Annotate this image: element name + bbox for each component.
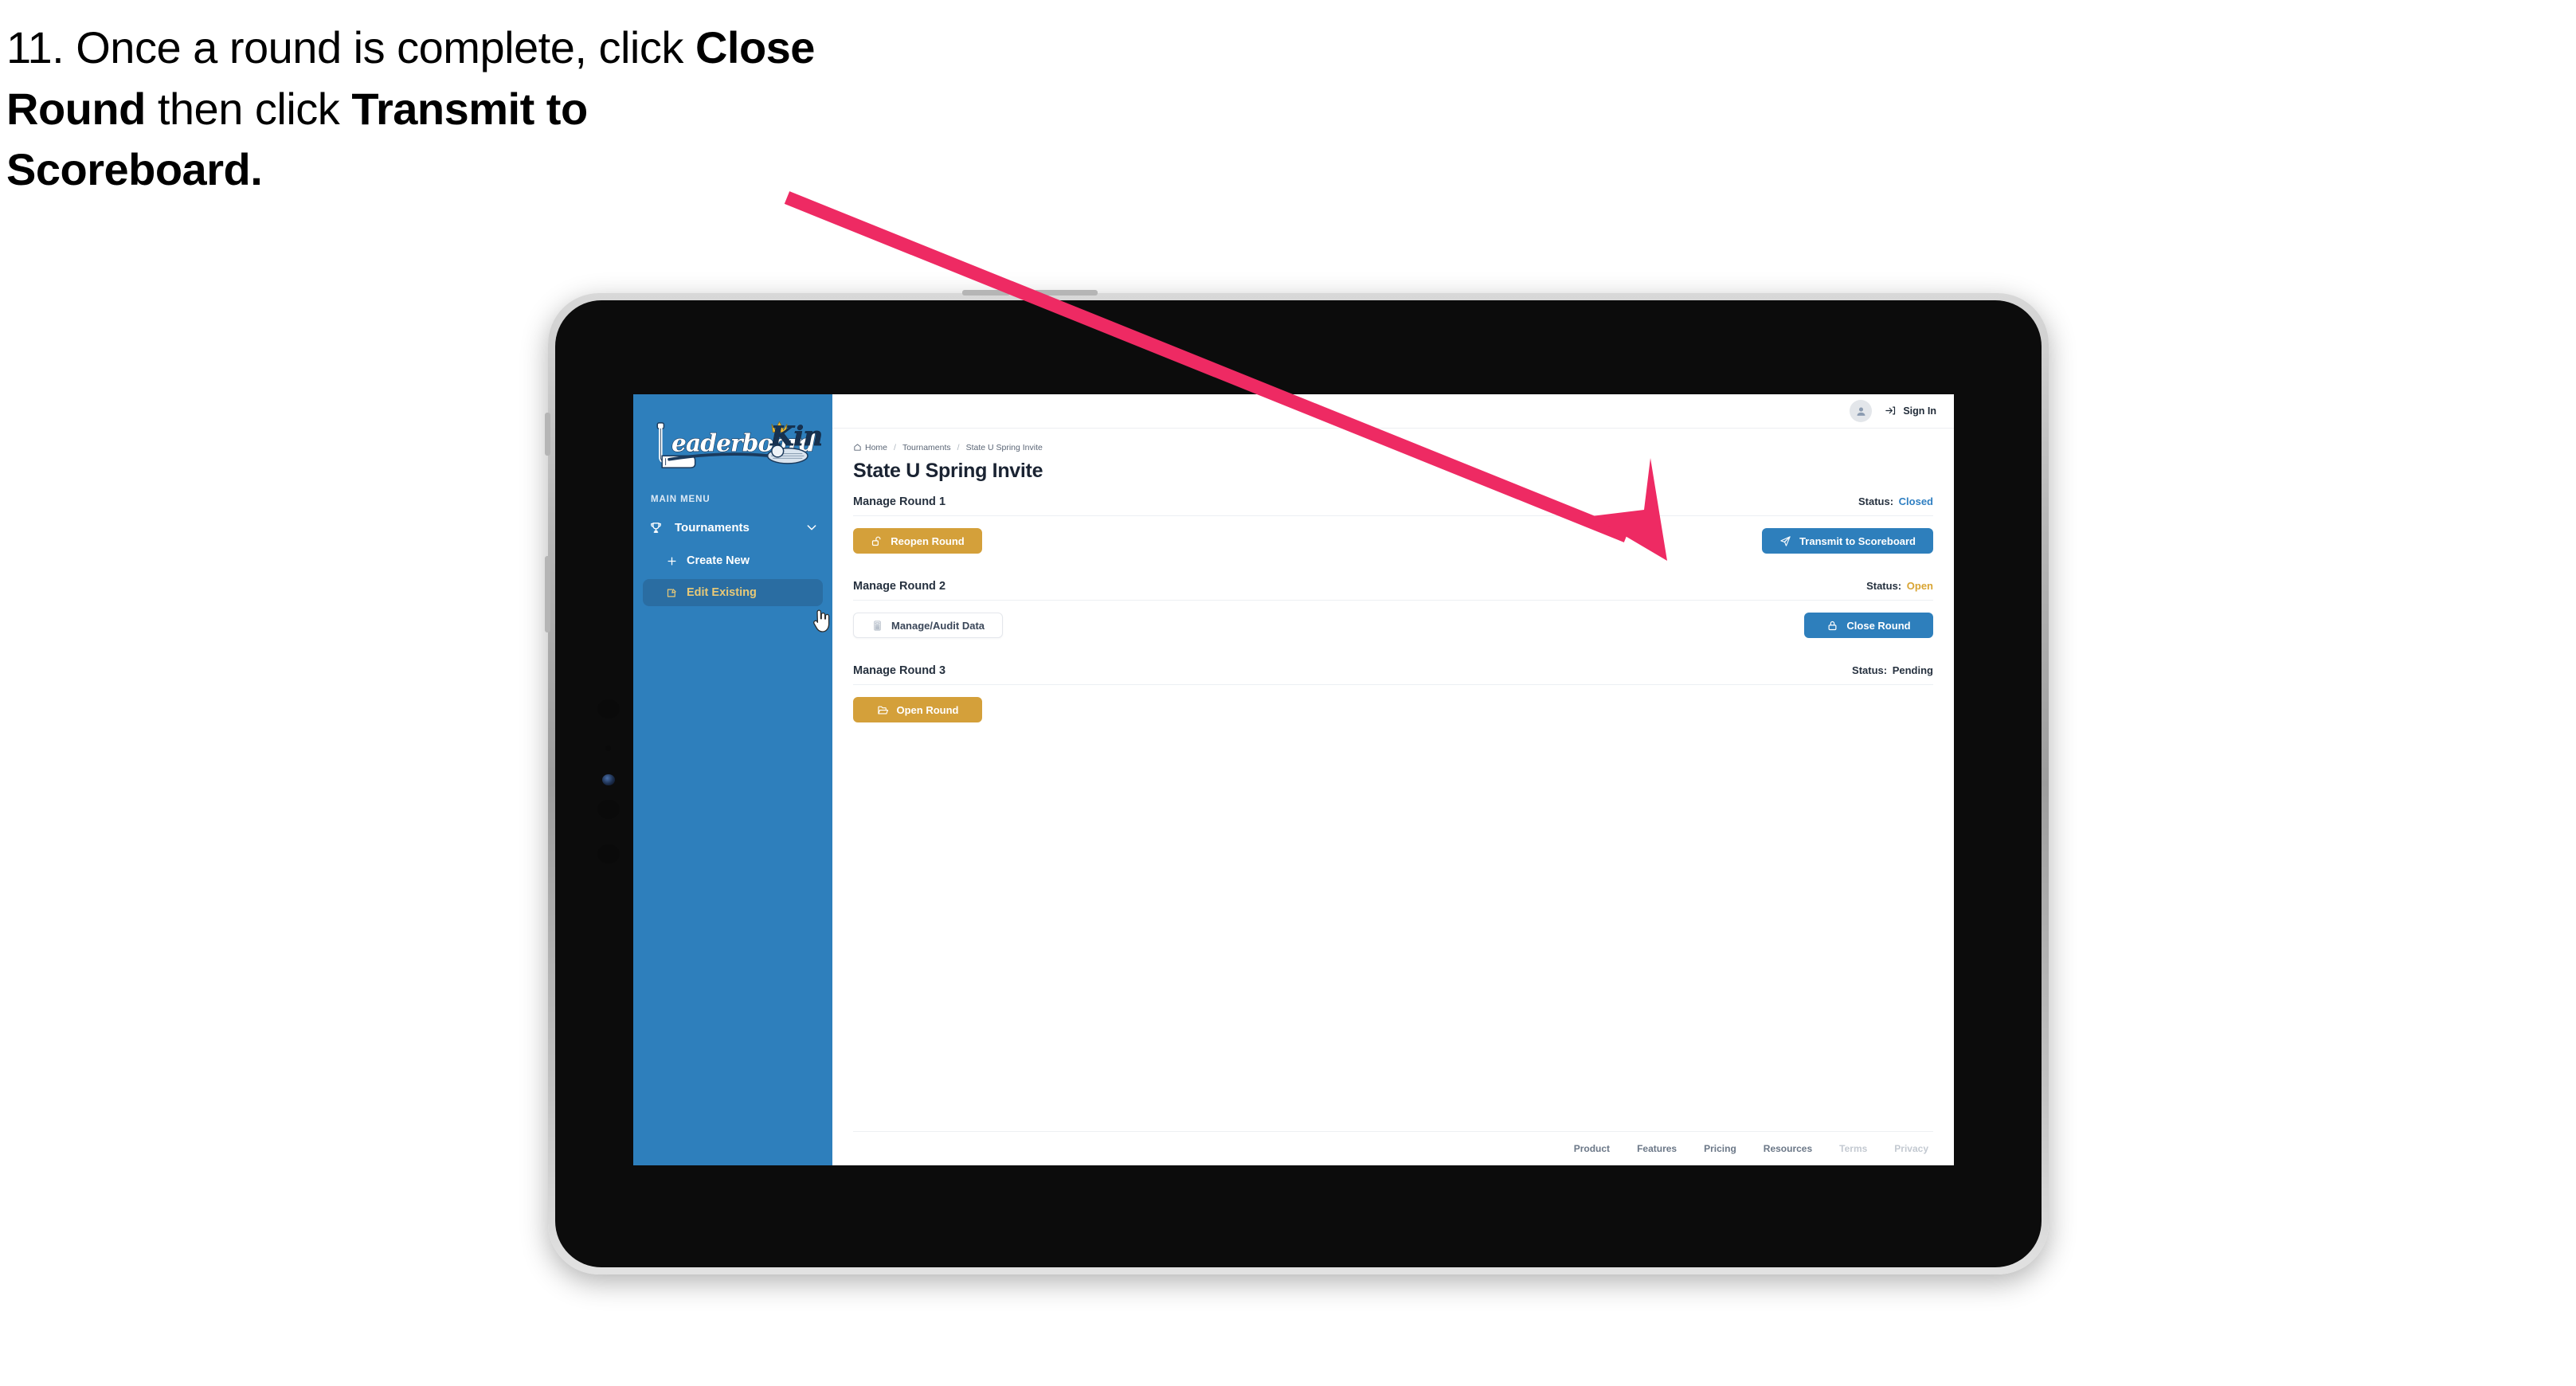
sidebar-item-tournaments[interactable]: Tournaments (633, 512, 832, 542)
breadcrumb-separator-2: / (957, 443, 960, 452)
footer-link-resources[interactable]: Resources (1764, 1143, 1812, 1154)
ambient-sensor (605, 746, 611, 751)
round-3-status-label: Status: (1852, 664, 1888, 676)
pointing-hand-cursor (810, 609, 831, 633)
trophy-icon (649, 519, 667, 535)
round-3-actions: Open Round (853, 685, 1933, 723)
round-block-1: Manage Round 1 Status: Closed Reopen Rou… (853, 495, 1933, 554)
footer-link-privacy[interactable]: Privacy (1894, 1143, 1928, 1154)
home-icon (853, 443, 863, 452)
app-logo[interactable]: eaderboard King (633, 401, 832, 477)
main-menu-label: MAIN MENU (651, 495, 711, 504)
round-3-status-value: Pending (1892, 664, 1933, 676)
power-button[interactable] (545, 413, 550, 456)
chevron-down-icon[interactable] (805, 521, 818, 534)
round-2-status: Status: Open (1866, 580, 1933, 592)
unlock-icon (871, 534, 883, 547)
leaderboard-king-logo-icon: eaderboard King (656, 421, 821, 468)
camera-sensor-top (597, 699, 620, 718)
instruction-caption: 11. Once a round is complete, click Clos… (6, 18, 851, 201)
plus-icon (664, 554, 679, 568)
round-2-actions: Manage/Audit Data Close Round (853, 601, 1933, 639)
page-title: State U Spring Invite (853, 460, 1043, 482)
sidebar: eaderboard King MA (633, 394, 832, 1165)
top-bar: Sign In (832, 394, 1954, 429)
round-1-title: Manage Round 1 (853, 495, 946, 508)
sidebar-item-create-new[interactable]: Create New (643, 547, 823, 574)
round-2-status-value: Open (1906, 580, 1933, 592)
reopen-round-button[interactable]: Reopen Round (853, 528, 982, 554)
round-3-status: Status: Pending (1852, 664, 1933, 676)
footer-link-product[interactable]: Product (1574, 1143, 1610, 1154)
sidebar-item-edit-existing[interactable]: Edit Existing (643, 579, 823, 606)
round-1-status: Status: Closed (1858, 495, 1933, 507)
user-avatar-icon[interactable] (1850, 400, 1873, 422)
footer: Product Features Pricing Resources Terms… (853, 1131, 1933, 1165)
manage-audit-data-button[interactable]: Manage/Audit Data (853, 613, 1004, 638)
round-3-title: Manage Round 3 (853, 664, 946, 677)
footer-link-terms[interactable]: Terms (1839, 1143, 1867, 1154)
lock-icon (1826, 619, 1839, 632)
round-2-title: Manage Round 2 (853, 580, 946, 593)
caption-text-part1: 11. Once a round is complete, click (6, 22, 695, 72)
round-3-header: Manage Round 3 Status: Pending (853, 664, 1933, 685)
reopen-round-label: Reopen Round (891, 534, 965, 547)
paper-plane-icon (1779, 534, 1792, 547)
edit-square-icon (664, 585, 679, 600)
open-folder-icon (877, 703, 890, 716)
round-2-header: Manage Round 2 Status: Open (853, 580, 1933, 601)
volume-button[interactable] (545, 556, 550, 632)
sidebar-item-edit-existing-label: Edit Existing (687, 586, 757, 599)
calculator-icon (871, 619, 884, 632)
tablet-device: eaderboard King MA (545, 290, 2049, 1274)
footer-link-features[interactable]: Features (1637, 1143, 1677, 1154)
camera-sensor-mid (597, 800, 620, 819)
transmit-to-scoreboard-label: Transmit to Scoreboard (1799, 534, 1916, 547)
round-2-status-label: Status: (1866, 580, 1902, 592)
close-round-label: Close Round (1846, 619, 1911, 632)
top-button-right[interactable] (1034, 290, 1098, 296)
breadcrumb-item-current: State U Spring Invite (965, 443, 1043, 452)
breadcrumb-item-home[interactable]: Home (853, 443, 887, 452)
round-1-status-label: Status: (1858, 495, 1894, 507)
manage-audit-data-label: Manage/Audit Data (891, 619, 985, 632)
breadcrumb: Home / Tournaments / State U Spring Invi… (853, 443, 1933, 452)
close-round-button[interactable]: Close Round (1804, 613, 1933, 638)
content-area: Home / Tournaments / State U Spring Invi… (832, 429, 1954, 1165)
round-1-actions: Reopen Round Transmit to Scoreboard (853, 516, 1933, 554)
footer-link-pricing[interactable]: Pricing (1704, 1143, 1736, 1154)
top-button-left[interactable] (962, 290, 1010, 296)
breadcrumb-separator-1: / (894, 443, 896, 452)
camera-sensor-bottom (597, 844, 620, 863)
sidebar-item-tournaments-label: Tournaments (675, 520, 750, 534)
sign-in-button[interactable]: Sign In (1885, 405, 1936, 417)
svg-text:King: King (769, 421, 821, 452)
main-panel: Sign In Home / Tournaments / State U Spr… (832, 394, 1954, 1165)
front-camera-lens (602, 774, 615, 785)
round-1-header: Manage Round 1 Status: Closed (853, 495, 1933, 516)
caption-text-part2: then click (145, 83, 352, 134)
breadcrumb-item-tournaments[interactable]: Tournaments (902, 443, 951, 452)
tablet-screen: eaderboard King MA (633, 394, 1954, 1165)
sidebar-item-create-new-label: Create New (687, 554, 750, 567)
open-round-button[interactable]: Open Round (853, 697, 982, 722)
transmit-to-scoreboard-button[interactable]: Transmit to Scoreboard (1762, 528, 1933, 554)
breadcrumb-label-home: Home (865, 443, 888, 452)
open-round-label: Open Round (896, 703, 959, 716)
login-arrow-icon (1885, 405, 1897, 417)
sign-in-label: Sign In (1903, 405, 1936, 417)
round-block-2: Manage Round 2 Status: Open Manage/Audit… (853, 580, 1933, 639)
round-1-status-value: Closed (1898, 495, 1933, 507)
round-block-3: Manage Round 3 Status: Pending Open Roun… (853, 664, 1933, 723)
